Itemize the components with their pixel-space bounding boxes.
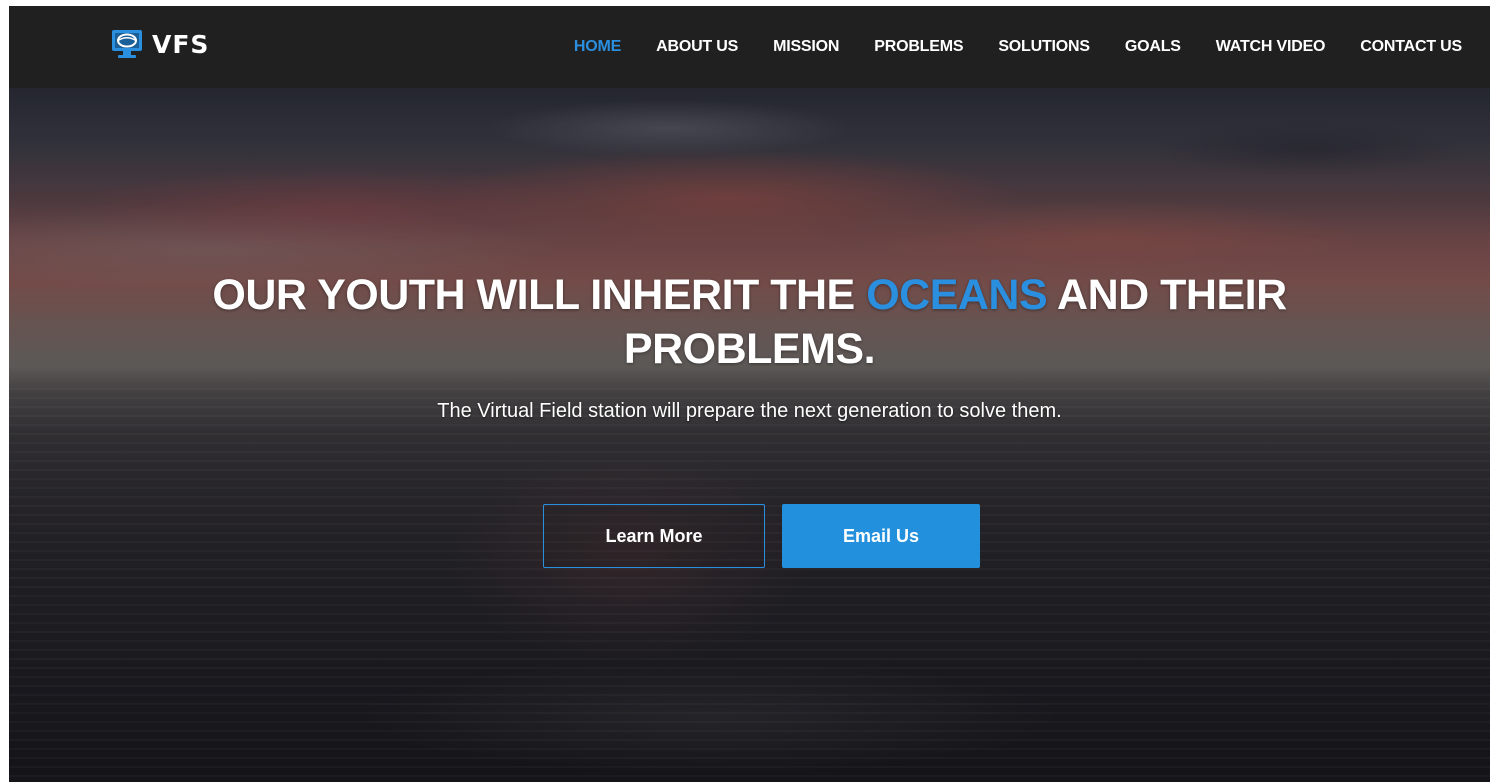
headline-line-2: PROBLEMS. bbox=[623, 325, 876, 373]
hero-headline: OUR YOUTH WILL INHERIT THE OCEANS AND TH… bbox=[9, 268, 1490, 376]
hero-subtitle: The Virtual Field station will prepare t… bbox=[437, 400, 1062, 422]
email-us-button[interactable]: Email Us bbox=[782, 504, 980, 568]
nav-mission[interactable]: MISSION bbox=[773, 38, 839, 56]
learn-more-button[interactable]: Learn More bbox=[543, 504, 765, 568]
nav-home[interactable]: HOME bbox=[574, 38, 621, 56]
monitor-globe-icon bbox=[110, 27, 144, 61]
nav-problems[interactable]: PROBLEMS bbox=[874, 38, 963, 56]
headline-part-1: OUR YOUTH WILL INHERIT THE bbox=[212, 271, 855, 319]
hero-section: OUR YOUTH WILL INHERIT THE OCEANS AND TH… bbox=[9, 88, 1490, 782]
nav-goals[interactable]: GOALS bbox=[1125, 38, 1181, 56]
brand-logo[interactable]: VFS bbox=[110, 26, 209, 62]
headline-highlight: OCEANS bbox=[866, 271, 1048, 319]
browser-viewport: VFS HOME ABOUT US MISSION PROBLEMS SOLUT… bbox=[9, 6, 1490, 782]
top-navbar: VFS HOME ABOUT US MISSION PROBLEMS SOLUT… bbox=[9, 6, 1490, 88]
nav-contact-us[interactable]: CONTACT US bbox=[1360, 38, 1462, 56]
main-nav: HOME ABOUT US MISSION PROBLEMS SOLUTIONS… bbox=[539, 6, 1462, 88]
nav-watch-video[interactable]: WATCH VIDEO bbox=[1216, 38, 1326, 56]
headline-part-2: AND THEIR bbox=[1057, 271, 1287, 319]
brand-name: VFS bbox=[152, 29, 210, 59]
nav-solutions[interactable]: SOLUTIONS bbox=[998, 38, 1090, 56]
nav-about-us[interactable]: ABOUT US bbox=[656, 38, 738, 56]
hero-overlay bbox=[9, 88, 1490, 782]
